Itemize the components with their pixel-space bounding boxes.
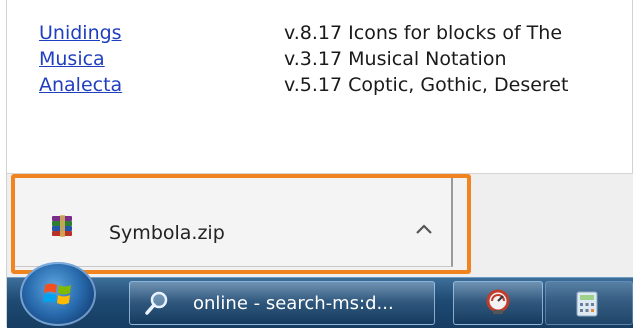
taskbar-app-button[interactable] — [545, 281, 633, 325]
chevron-up-icon[interactable] — [413, 220, 435, 238]
font-link-analecta[interactable]: Analecta — [39, 72, 122, 98]
font-description: v.8.17 Icons for blocks of The — [284, 22, 563, 44]
windows-logo-icon — [43, 283, 71, 305]
taskbar-window-label: online - search-ms:d... — [193, 293, 394, 314]
font-description: v.3.17 Musical Notation — [284, 48, 507, 70]
download-item[interactable]: Symbola.zip — [11, 174, 471, 274]
start-button[interactable] — [20, 262, 96, 326]
taskbar-search-window[interactable]: online - search-ms:d... — [129, 281, 435, 325]
app-gauge-icon — [486, 289, 510, 314]
download-file-name: Symbola.zip — [109, 222, 225, 244]
font-link-unidings[interactable]: Unidings — [39, 20, 122, 46]
font-link-musica[interactable]: Musica — [39, 46, 105, 72]
font-row: Analecta v.5.17 Coptic, Gothic, Deseret — [39, 72, 639, 98]
font-row: Unidings v.8.17 Icons for blocks of The — [39, 20, 639, 46]
download-item-body[interactable]: Symbola.zip — [15, 178, 453, 267]
font-row: Musica v.3.17 Musical Notation — [39, 46, 639, 72]
taskbar-app-button[interactable] — [453, 281, 543, 325]
search-magnifier-icon — [145, 291, 168, 315]
font-list: Unidings v.8.17 Icons for blocks of The … — [39, 20, 639, 98]
calculator-icon — [576, 291, 598, 317]
font-description: v.5.17 Coptic, Gothic, Deseret — [284, 74, 569, 96]
winrar-archive-icon — [52, 215, 72, 237]
